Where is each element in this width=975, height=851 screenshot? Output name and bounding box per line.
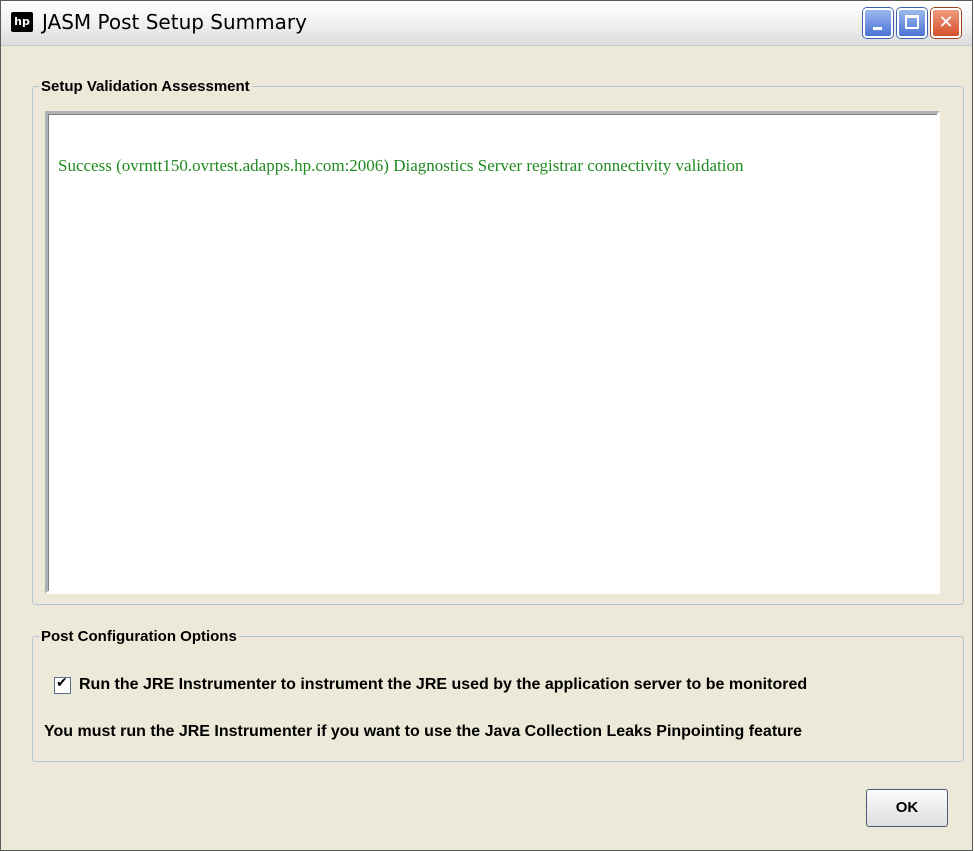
maximize-button[interactable] xyxy=(897,8,927,38)
close-button[interactable]: ✕ xyxy=(931,8,961,38)
run-jre-instrumenter-label[interactable]: Run the JRE Instrumenter to instrument t… xyxy=(79,676,807,694)
window-title: JASM Post Setup Summary xyxy=(42,10,307,34)
validation-message: Success (ovrntt150.ovrtest.adapps.hp.com… xyxy=(58,156,744,175)
dialog-window: hp JASM Post Setup Summary ✕ Setup Valid… xyxy=(0,0,973,851)
ok-button[interactable]: OK xyxy=(866,789,948,827)
validation-output-area[interactable]: Success (ovrntt150.ovrtest.adapps.hp.com… xyxy=(45,111,940,594)
maximize-icon xyxy=(905,15,919,29)
post-config-legend: Post Configuration Options xyxy=(41,628,237,645)
hp-logo-icon: hp xyxy=(11,12,33,32)
minimize-icon xyxy=(873,27,882,30)
minimize-button[interactable] xyxy=(863,8,893,38)
title-bar[interactable]: hp JASM Post Setup Summary ✕ xyxy=(1,1,972,46)
post-config-group: Post Configuration Options xyxy=(32,628,964,762)
validation-legend: Setup Validation Assessment xyxy=(41,78,250,95)
jre-instrumenter-note: You must run the JRE Instrumenter if you… xyxy=(44,723,803,740)
run-jre-instrumenter-checkbox[interactable] xyxy=(54,675,71,694)
close-icon: ✕ xyxy=(938,12,954,33)
